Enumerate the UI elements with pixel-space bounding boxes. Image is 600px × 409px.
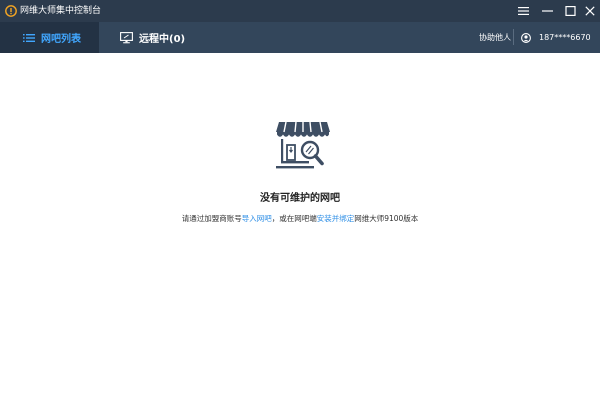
menu-icon — [517, 7, 529, 15]
maximize-icon — [564, 6, 576, 16]
empty-state-title: 没有可维护的网吧 — [260, 193, 340, 204]
install-bind-link[interactable]: 安装并绑定 — [317, 214, 355, 223]
hint-text-2: ，或在网吧端 — [271, 214, 317, 223]
list-icon — [23, 33, 35, 42]
header-divider — [513, 29, 514, 45]
maximize-button[interactable] — [562, 3, 578, 19]
user-menu[interactable]: 187****6670 — [521, 22, 600, 53]
app-logo-icon — [5, 5, 17, 17]
close-icon — [585, 6, 595, 16]
tab-netcafe-list-label: 网吧列表 — [41, 34, 81, 45]
tab-remote-label: 远程中(0) — [139, 34, 186, 45]
assist-others-link[interactable]: 协助他人 — [479, 22, 511, 53]
monitor-icon — [120, 31, 133, 43]
user-icon — [521, 32, 531, 43]
minimize-button[interactable] — [539, 3, 555, 19]
minimize-icon — [541, 10, 553, 12]
shop-search-illustration — [276, 121, 330, 169]
close-button[interactable] — [582, 3, 598, 19]
main-window: 网维大师集中控制台 网吧列表 远程中(0) 协助他人 187****6670 没… — [0, 0, 600, 409]
empty-state-hint: 请通过加盟商账号导入网吧，或在网吧端安装并绑定网维大师9100版本 — [0, 213, 600, 224]
menu-button[interactable] — [515, 3, 531, 19]
window-title: 网维大师集中控制台 — [20, 6, 102, 16]
title-bar: 网维大师集中控制台 — [0, 0, 600, 22]
hint-text-3: 网维大师9100版本 — [354, 214, 419, 223]
hint-text-1: 请通过加盟商账号 — [181, 214, 242, 223]
user-name: 187****6670 — [539, 33, 591, 42]
tab-remote[interactable]: 远程中(0) — [99, 22, 209, 53]
tab-netcafe-list[interactable]: 网吧列表 — [0, 22, 99, 53]
import-netcafe-link[interactable]: 导入网吧 — [242, 214, 272, 223]
